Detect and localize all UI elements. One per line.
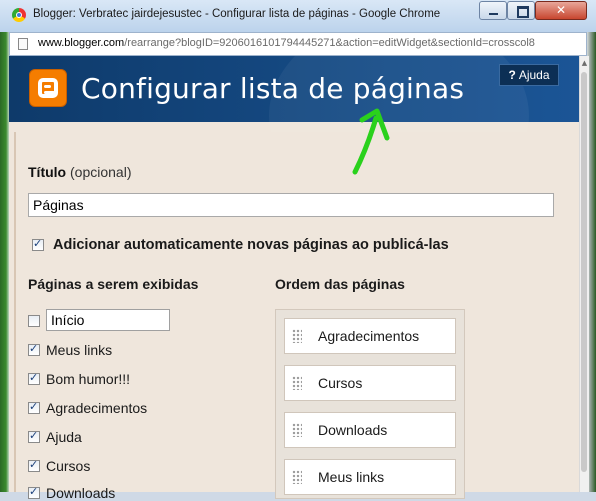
annotation-arrow-icon	[352, 108, 390, 175]
chrome-window: Blogger: Verbratec jairdejesustec - Conf…	[0, 0, 596, 501]
